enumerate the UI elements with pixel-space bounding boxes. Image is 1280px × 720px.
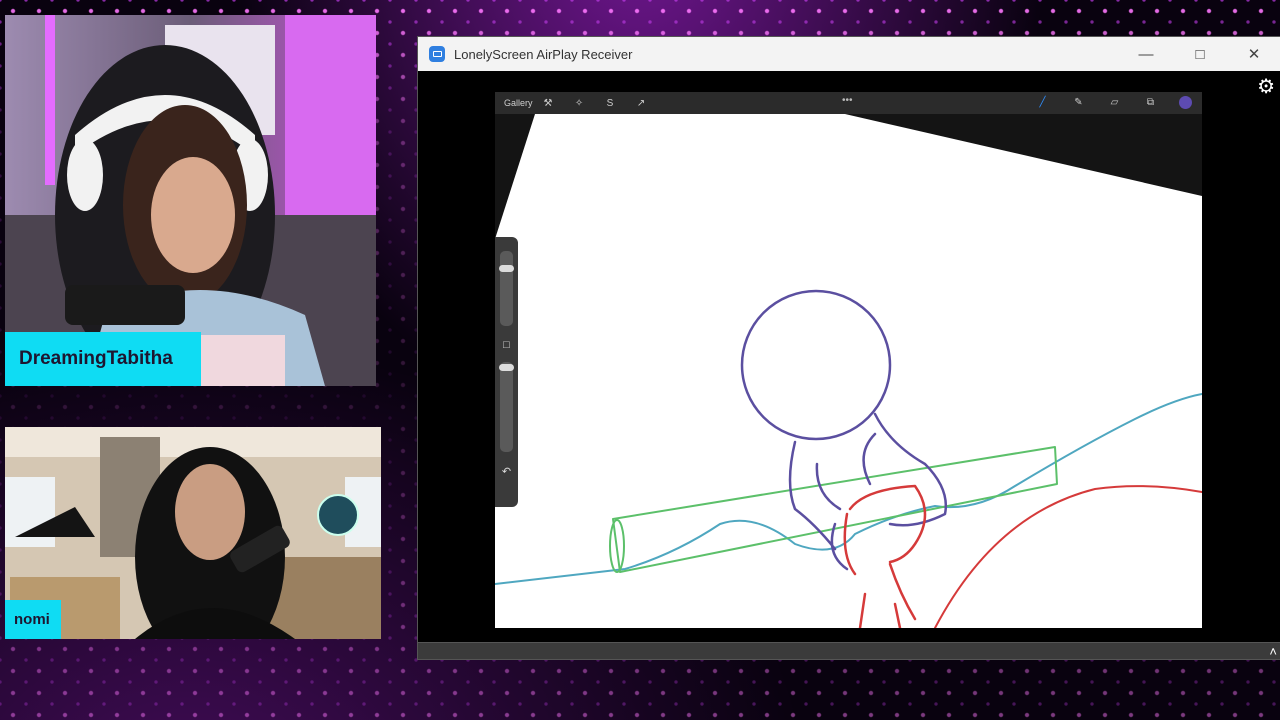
webcam-nomi: nomi: [5, 427, 381, 639]
transform-icon[interactable]: ↗: [634, 96, 649, 111]
brush-icon[interactable]: ╱: [1035, 95, 1050, 110]
window-status-bar: ˄: [418, 642, 1280, 659]
more-options-icon[interactable]: •••: [842, 95, 853, 106]
slider-knob[interactable]: [499, 265, 514, 272]
brush-size-slider[interactable]: [499, 251, 514, 326]
webcam-dreamingtabitha: DreamingTabitha: [5, 15, 376, 386]
webcam-scene: [5, 15, 376, 386]
smudge-icon[interactable]: ✎: [1071, 95, 1086, 110]
eraser-icon[interactable]: ▱: [1107, 95, 1122, 110]
color-swatch[interactable]: [1179, 96, 1192, 109]
undo-icon[interactable]: ↶: [500, 465, 513, 478]
layers-icon[interactable]: ⧉: [1143, 95, 1158, 110]
modify-button[interactable]: □: [500, 339, 513, 351]
nametag: nomi: [5, 600, 61, 639]
maximize-button[interactable]: □: [1173, 37, 1227, 71]
magic-wand-icon[interactable]: ✧: [572, 96, 587, 111]
close-button[interactable]: ✕: [1227, 37, 1280, 71]
procreate-sidebar: □ ↶: [495, 237, 518, 507]
lonelyscreen-window: LonelyScreen AirPlay Receiver — □ ✕ ⚙ Ga…: [417, 36, 1280, 660]
minimize-button[interactable]: —: [1119, 37, 1173, 71]
wrench-icon[interactable]: ⚒: [541, 96, 556, 111]
procreate-toolbar: Gallery ⚒ ✧ S ↗ ••• ╱ ✎ ▱ ⧉: [495, 92, 1202, 114]
chevron-up-icon[interactable]: ˄: [1269, 645, 1277, 658]
mirrored-ipad-screen: Gallery ⚒ ✧ S ↗ ••• ╱ ✎ ▱ ⧉ □ ↶: [495, 92, 1202, 628]
window-controls: — □ ✕: [1119, 37, 1280, 71]
title-bar[interactable]: LonelyScreen AirPlay Receiver — □ ✕: [418, 37, 1280, 71]
window-title: LonelyScreen AirPlay Receiver: [454, 46, 633, 62]
toolbar-right: ╱ ✎ ▱ ⧉: [1035, 95, 1192, 110]
opacity-slider[interactable]: [499, 362, 514, 452]
settings-gear-icon[interactable]: ⚙: [1257, 77, 1275, 97]
nametag: DreamingTabitha: [5, 332, 201, 386]
selection-icon[interactable]: S: [603, 96, 618, 111]
gallery-button[interactable]: Gallery: [504, 98, 533, 108]
app-icon: [429, 46, 445, 62]
drawing-canvas[interactable]: [495, 114, 1202, 628]
slider-knob[interactable]: [499, 364, 514, 371]
webcam-scene: [5, 427, 381, 639]
